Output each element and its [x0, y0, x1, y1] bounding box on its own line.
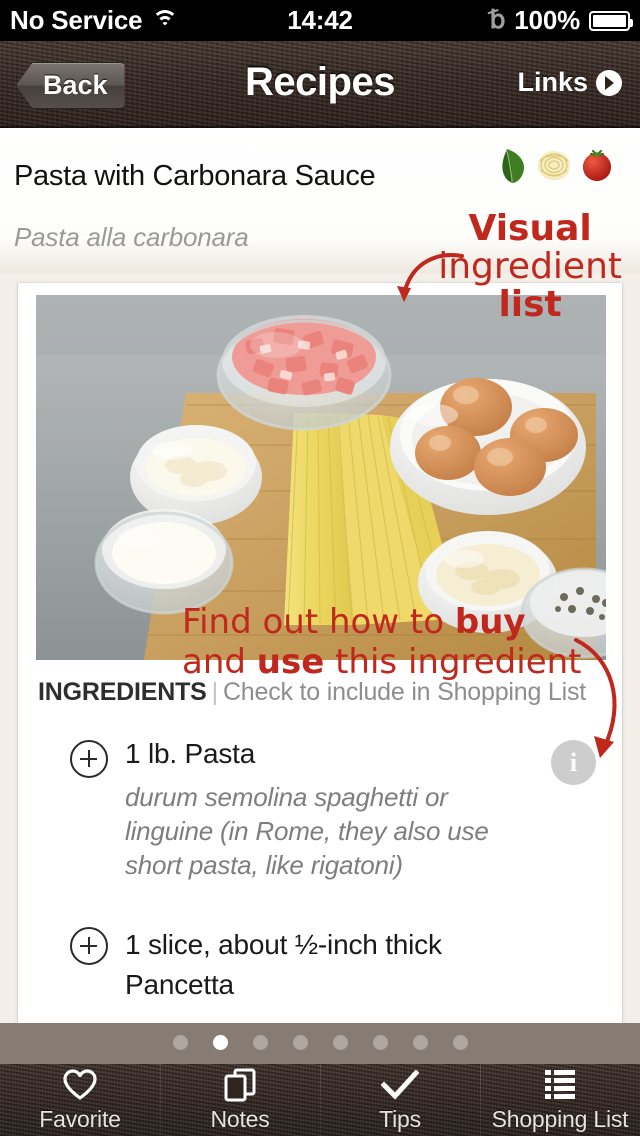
list-lines-icon: [544, 1068, 576, 1102]
page-dot[interactable]: [292, 1035, 308, 1050]
page-indicator-bar: [0, 1023, 640, 1064]
tab-shopping-list[interactable]: Shopping List: [480, 1064, 640, 1136]
plus-circle-icon[interactable]: [70, 740, 108, 778]
tab-notes[interactable]: Notes: [160, 1064, 320, 1136]
tab-tips-label: Tips: [379, 1105, 421, 1132]
ingredients-section-header: INGREDIENTS | Check to include in Shopping…: [38, 678, 608, 707]
pasta-nest-icon: [538, 151, 570, 180]
info-icon-label: i: [569, 747, 578, 777]
info-icon[interactable]: i: [551, 740, 596, 785]
recipe-subtitle: Pasta alla carbonara: [14, 222, 249, 252]
page-dot[interactable]: [452, 1035, 468, 1050]
ingredient-description: durum semolina spaghetti or linguine (in…: [125, 782, 489, 880]
page-dot[interactable]: [252, 1035, 268, 1050]
ingredient-name: 1 slice, about ½-inch thick Pancetta: [125, 929, 442, 1000]
page-dot[interactable]: [412, 1035, 428, 1050]
recipe-card: INGREDIENTS | Check to include in Shopping…: [18, 283, 622, 1023]
circle-play-icon: [596, 69, 622, 96]
tab-notes-label: Notes: [210, 1105, 270, 1132]
checkmark-icon: [381, 1068, 419, 1102]
ingredient-name: 1 lb. Pasta: [125, 738, 256, 769]
heart-icon: [63, 1068, 97, 1102]
recipe-header: Pasta with Carbonara Sauce Pasta alla ca…: [0, 128, 640, 273]
recipe-photo[interactable]: [36, 295, 606, 660]
page-dot[interactable]: [212, 1035, 228, 1050]
page-dot[interactable]: [332, 1035, 348, 1050]
tab-favorite[interactable]: Favorite: [0, 1064, 160, 1136]
page-dot[interactable]: [372, 1035, 388, 1050]
tab-tips[interactable]: Tips: [320, 1064, 480, 1136]
status-bar: No Service 14:42 ␢ 100%: [0, 0, 640, 41]
tab-shopping-list-label: Shopping List: [491, 1105, 629, 1132]
battery-full-icon: [589, 10, 633, 31]
app-screen: No Service 14:42 ␢ 100% Back Recipes Lin…: [0, 0, 640, 1136]
tab-favorite-label: Favorite: [39, 1105, 121, 1132]
page-dot[interactable]: [172, 1035, 188, 1050]
ingredients-heading: INGREDIENTS: [38, 678, 207, 706]
status-bar-right: ␢ 100%: [489, 5, 633, 36]
links-button-label: Links: [517, 67, 588, 97]
recipe-title: Pasta with Carbonara Sauce: [14, 160, 376, 192]
notes-pages-icon: [224, 1068, 256, 1102]
links-button[interactable]: Links: [517, 67, 622, 98]
tab-bar: Favorite Notes Tips Shopping List: [0, 1064, 640, 1136]
bluetooth-icon: ␢: [489, 6, 506, 34]
navigation-bar: Back Recipes Links: [0, 41, 640, 128]
plus-circle-icon[interactable]: [70, 927, 108, 965]
ingredients-divider: |: [211, 678, 219, 706]
battery-percent-label: 100%: [514, 5, 580, 35]
ingredients-hint: Check to include in Shopping List: [222, 678, 587, 706]
page-dots[interactable]: [0, 1035, 640, 1050]
visual-ingredient-icons[interactable]: [498, 146, 614, 184]
basil-leaf-icon: [502, 149, 525, 183]
tomato-icon: [583, 149, 611, 181]
